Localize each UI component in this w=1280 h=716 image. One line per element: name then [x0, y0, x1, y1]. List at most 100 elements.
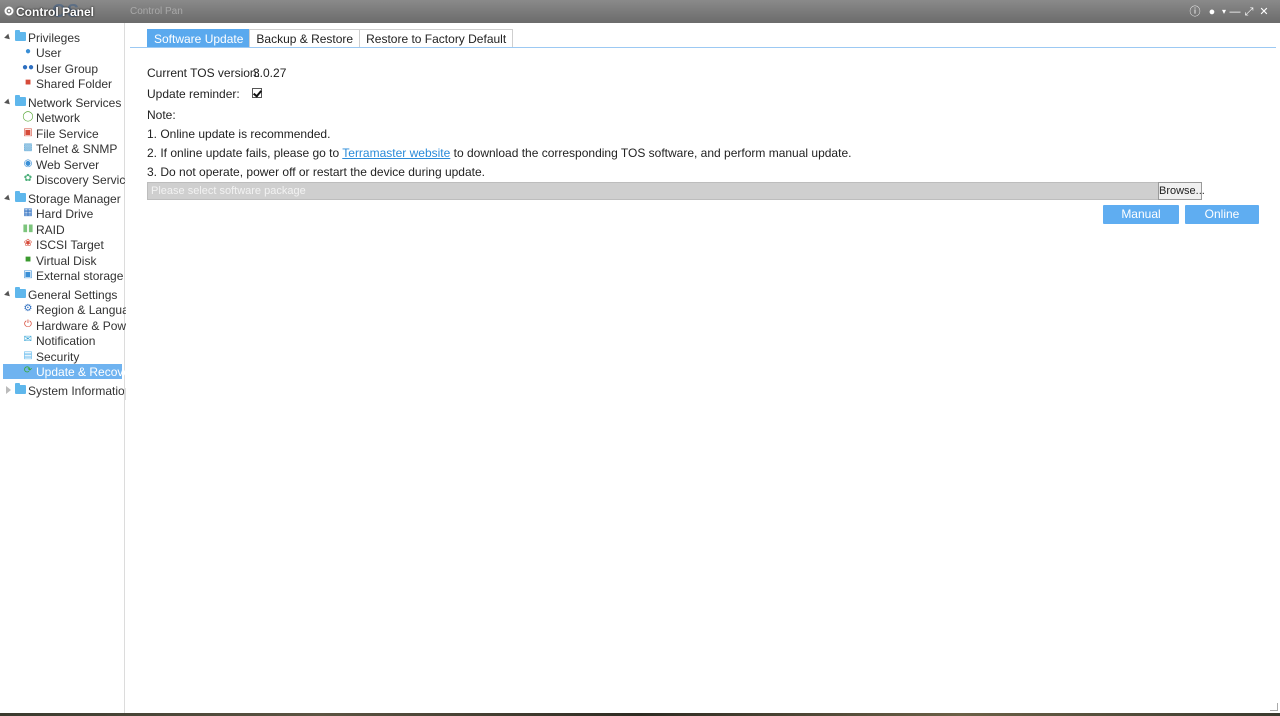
- online-update-button[interactable]: Online update: [1185, 205, 1259, 240]
- sidebar-item-label: Virtual Disk: [36, 254, 97, 268]
- tab-restore-factory-default[interactable]: Restore to Factory Default: [359, 29, 514, 48]
- version-label: Current TOS version:: [147, 66, 260, 80]
- folder-icon: [15, 95, 26, 106]
- note-line-2-suffix: to download the corresponding TOS softwa…: [450, 146, 852, 160]
- telnet-icon: ▩: [23, 142, 33, 153]
- sidebar-item-label: User Group: [36, 62, 99, 76]
- discovery-icon: ✿: [23, 173, 33, 184]
- close-icon[interactable]: ✕: [1258, 6, 1270, 18]
- sidebar-item-network[interactable]: ◯ Network: [3, 110, 122, 125]
- resize-grip[interactable]: [1270, 703, 1278, 711]
- security-icon: ▤: [23, 350, 33, 361]
- main-panel: Software Update Backup & Restore Restore…: [126, 23, 1280, 713]
- tab-bar: Software Update Backup & Restore Restore…: [147, 29, 514, 48]
- note-line-2-prefix: 2. If online update fails, please go to: [147, 146, 343, 160]
- sidebar-item-label: Security: [36, 350, 80, 364]
- software-package-input[interactable]: Please select software package: [147, 182, 1160, 200]
- folder-icon: [15, 287, 26, 298]
- sidebar-item-web-server[interactable]: ◉ Web Server: [3, 157, 122, 172]
- sidebar-item-hard-drive[interactable]: ▦ Hard Drive: [3, 206, 122, 221]
- update-icon: ⟳: [23, 365, 33, 376]
- note-line-1: 1. Online update is recommended.: [147, 127, 331, 141]
- sidebar-item-label: Web Server: [36, 158, 100, 172]
- folder-icon: [15, 30, 26, 41]
- sidebar-item-iscsi-target[interactable]: ❀ ISCSI Target: [3, 237, 122, 252]
- user-icon: ●: [24, 46, 32, 57]
- sidebar-item-user[interactable]: ● User: [3, 45, 122, 60]
- tree-group-system-information[interactable]: System Information: [0, 383, 131, 399]
- sidebar-item-notification[interactable]: ✉ Notification: [3, 333, 122, 348]
- gear-icon: ⚙: [23, 303, 33, 314]
- minimize-icon[interactable]: —: [1229, 6, 1241, 18]
- info-icon[interactable]: ⓘ: [1189, 6, 1201, 18]
- expand-arrow-icon[interactable]: [6, 386, 11, 394]
- file-service-icon: ▣: [23, 127, 33, 138]
- sidebar-item-discovery-service[interactable]: ✿ Discovery Service: [3, 172, 132, 187]
- tree-group-label: Network Services: [28, 96, 122, 110]
- tree-group-network-services[interactable]: Network Services: [0, 95, 125, 111]
- sidebar-tree: Privileges ● User ●● User Group ■ Shared…: [0, 23, 143, 713]
- tree-group-privileges[interactable]: Privileges: [0, 30, 125, 46]
- terramaster-website-link[interactable]: Terramaster website: [342, 146, 450, 160]
- raid-icon: ▮▮: [22, 223, 34, 234]
- sidebar-item-telnet-snmp[interactable]: ▩ Telnet & SNMP: [3, 141, 122, 156]
- update-reminder-label: Update reminder:: [147, 87, 240, 101]
- external-storage-icon: ▣: [23, 269, 33, 280]
- note-label: Note:: [147, 108, 176, 122]
- tree-group-label: Storage Manager: [28, 192, 121, 206]
- web-server-icon: ◉: [23, 158, 33, 169]
- sidebar-item-label: ISCSI Target: [36, 238, 104, 252]
- expand-arrow-icon[interactable]: [4, 98, 12, 107]
- tab-backup-restore[interactable]: Backup & Restore: [249, 29, 361, 48]
- expand-arrow-icon[interactable]: [4, 33, 12, 42]
- virtual-disk-icon: ■: [24, 254, 32, 265]
- iscsi-icon: ❀: [23, 238, 33, 249]
- sidebar-item-label: Update & Recovery: [36, 365, 141, 379]
- sidebar-item-user-group[interactable]: ●● User Group: [3, 61, 122, 76]
- notification-icon: ✉: [23, 334, 33, 345]
- sidebar-item-label: Notification: [36, 334, 96, 348]
- sidebar-item-label: External storage: [36, 269, 124, 283]
- gear-icon: [4, 6, 14, 16]
- sidebar-item-label: Hardware & Power: [36, 319, 137, 333]
- sidebar-item-region-language[interactable]: ⚙ Region & Language: [3, 302, 143, 317]
- sidebar-item-label: Shared Folder: [36, 77, 113, 91]
- note-line-2: 2. If online update fails, please go to …: [147, 146, 851, 160]
- tree-group-label: Privileges: [28, 31, 81, 45]
- sidebar-item-label: Hard Drive: [36, 207, 94, 221]
- shared-folder-icon: ■: [24, 77, 32, 88]
- sidebar-item-external-storage[interactable]: ▣ External storage: [3, 268, 124, 283]
- tab-software-update[interactable]: Software Update: [147, 29, 251, 48]
- sidebar-item-file-service[interactable]: ▣ File Service: [3, 126, 122, 141]
- sidebar-item-raid[interactable]: ▮▮ RAID: [3, 222, 122, 237]
- expand-arrow-icon[interactable]: [4, 194, 12, 203]
- globe-icon: ◯: [22, 111, 34, 122]
- folder-icon: [15, 383, 26, 394]
- sidebar-item-label: Telnet & SNMP: [36, 142, 118, 156]
- folder-icon: [15, 191, 26, 202]
- sidebar-item-update-recovery[interactable]: ⟳ Update & Recovery: [3, 364, 140, 379]
- expand-arrow-icon[interactable]: [4, 290, 12, 299]
- manual-update-button[interactable]: Manual update: [1103, 205, 1179, 240]
- browse-button[interactable]: Browse...: [1158, 182, 1205, 200]
- hard-drive-icon: ▦: [23, 207, 33, 218]
- power-icon: ⏻: [24, 319, 32, 330]
- settings-icon[interactable]: ●: [1206, 6, 1218, 18]
- tree-group-storage-manager[interactable]: Storage Manager: [0, 191, 125, 207]
- sidebar-item-virtual-disk[interactable]: ■ Virtual Disk: [3, 253, 122, 268]
- user-group-icon: ●●: [22, 62, 35, 73]
- maximize-icon[interactable]: ⤢: [1243, 6, 1255, 18]
- sidebar-item-shared-folder[interactable]: ■ Shared Folder: [3, 76, 122, 91]
- sidebar-item-label: User: [36, 46, 62, 60]
- sidebar-item-label: RAID: [36, 223, 65, 237]
- sidebar-item-hardware-power[interactable]: ⏻ Hardware & Power: [3, 318, 137, 333]
- tab-divider: [130, 47, 1276, 48]
- window-titlebar: OS Control Panel Control Pan ⓘ ● ▾ — ⤢ ✕: [0, 0, 1280, 23]
- update-reminder-checkbox[interactable]: [252, 88, 262, 98]
- tree-group-general-settings[interactable]: General Settings: [0, 287, 125, 303]
- tree-group-label: System Information: [28, 384, 132, 398]
- window-title: Control Panel: [16, 5, 95, 19]
- sidebar-item-label: File Service: [36, 127, 99, 141]
- sidebar-item-label: Discovery Service: [36, 173, 133, 187]
- sidebar-item-security[interactable]: ▤ Security: [3, 349, 122, 364]
